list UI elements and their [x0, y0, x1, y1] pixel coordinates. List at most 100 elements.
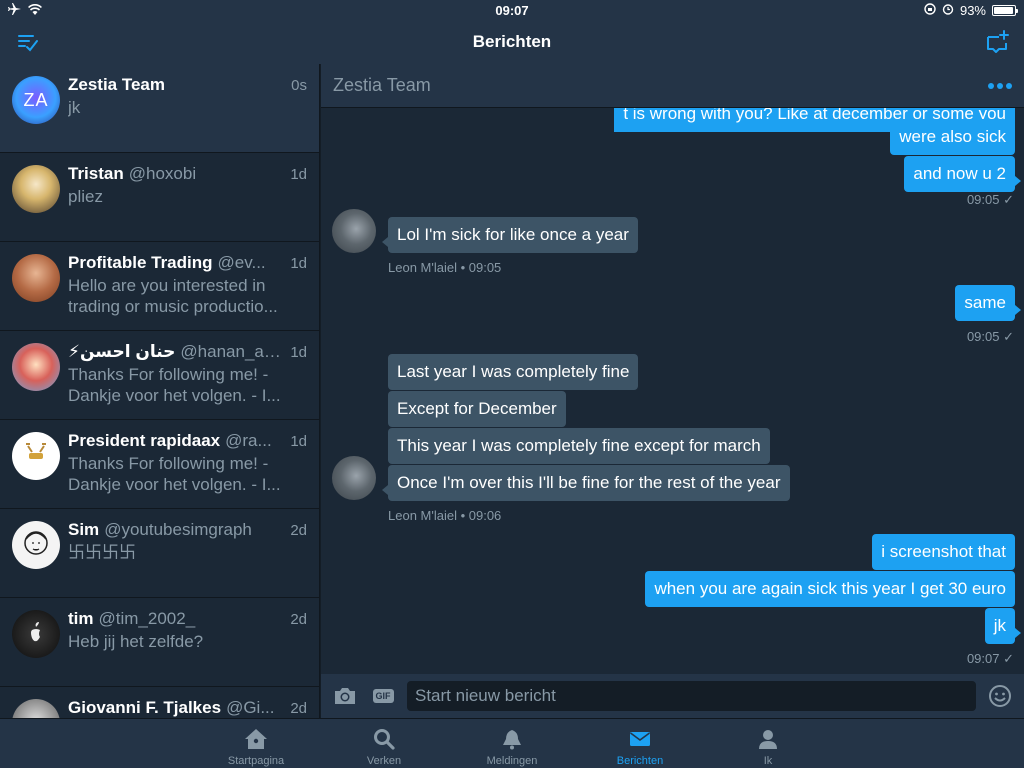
chat-title: Zestia Team	[333, 75, 431, 95]
conversation-item[interactable]: Giovanni F. Tjalkes @Gi... 2d	[0, 687, 319, 718]
emoji-icon[interactable]	[986, 682, 1014, 710]
status-bar: 09:07 93%	[0, 0, 1024, 20]
conversation-item[interactable]: Profitable Trading @ev... 1d Hello are y…	[0, 242, 319, 331]
conversation-item[interactable]: Tristan @hoxobi 1d pliez	[0, 153, 319, 242]
message-meta: 09:07 ✓	[966, 651, 1014, 666]
conversation-time: 1d	[290, 344, 307, 361]
conversation-name: tim	[68, 609, 94, 628]
conversation-name: Profitable Trading	[68, 253, 213, 272]
conversation-item[interactable]: President rapidaax @ra... 1d Thanks For …	[0, 420, 319, 509]
avatar	[12, 432, 60, 480]
conversation-name: Tristan	[68, 164, 124, 183]
outgoing-message[interactable]: were also sick	[890, 119, 1015, 155]
conversation-item[interactable]: Sim @youtubesimgraph 2d 卐卐卐卐	[0, 509, 319, 598]
conversation-time: 1d	[290, 255, 307, 272]
conversation-preview: Thanks For following me! - Dankje voor h…	[68, 454, 281, 494]
conversation-time: 2d	[290, 522, 307, 539]
camera-icon[interactable]	[331, 682, 359, 710]
conversation-preview: jk	[68, 98, 81, 117]
incoming-message[interactable]: Last year I was completely fine	[388, 354, 639, 390]
tab-label: Berichten	[616, 755, 664, 767]
conversation-name: Giovanni F. Tjalkes	[68, 698, 222, 717]
conversation-time: 0s	[291, 77, 307, 94]
outgoing-message[interactable]: same	[955, 285, 1021, 321]
conversation-list[interactable]: ZA Zestia Team 0s jk Tristan @hoxobi 1d …	[0, 64, 320, 718]
outgoing-message[interactable]: i screenshot that	[872, 534, 1015, 570]
conversation-name: President rapidaax	[68, 431, 221, 450]
wifi-icon	[28, 3, 42, 18]
sender-avatar[interactable]	[332, 209, 376, 253]
avatar-text: ZA	[23, 89, 49, 110]
conversation-preview: pliez	[68, 187, 103, 206]
tab-label: Ik	[763, 755, 773, 767]
mark-all-read-icon[interactable]	[16, 30, 40, 54]
conversation-time: 2d	[290, 700, 307, 717]
avatar	[12, 254, 60, 302]
page-title: Berichten	[472, 32, 552, 51]
tab-berichten[interactable]: Berichten	[576, 719, 704, 768]
bell-icon	[500, 727, 524, 755]
conversation-handle: @youtubesimgraph	[104, 520, 252, 539]
tab-meldingen[interactable]: Meldingen	[448, 719, 576, 768]
conversation-time: 2d	[290, 611, 307, 628]
tab-label: Verken	[366, 755, 402, 767]
status-time: 09:07	[495, 2, 529, 18]
conversation-handle: @Gi...	[226, 698, 275, 717]
conversation-item[interactable]: ZA Zestia Team 0s jk	[0, 64, 319, 153]
message-meta: Leon M'laiel • 09:06	[388, 508, 502, 523]
more-options-icon[interactable]	[988, 77, 1012, 95]
outgoing-message[interactable]: jk	[984, 608, 1022, 644]
search-icon	[372, 727, 396, 755]
avatar	[12, 165, 60, 213]
conversation-preview: Hello are you interested in trading or m…	[68, 276, 278, 316]
new-message-icon[interactable]	[984, 29, 1010, 55]
conversation-handle: @hanan_ah...	[180, 342, 283, 361]
message-input[interactable]	[407, 681, 976, 711]
conversation-preview: 卐卐卐卐	[68, 543, 136, 562]
incoming-message[interactable]: Once I'm over this I'll be fine for the …	[382, 465, 790, 501]
person-icon	[756, 727, 780, 755]
alarm-icon	[942, 3, 954, 18]
chat-header: Zestia Team	[321, 64, 1024, 108]
gif-label: GIF	[372, 689, 394, 703]
airplane-icon	[8, 2, 22, 18]
tab-label: Startpagina	[227, 755, 285, 767]
conversation-name: ⚡حنان احسن	[68, 342, 176, 361]
message-meta: 09:05 ✓	[966, 192, 1014, 207]
mail-icon	[628, 727, 652, 755]
composer: GIF	[321, 674, 1024, 718]
message-meta: 09:05 ✓	[966, 329, 1014, 344]
tab-ik[interactable]: Ik	[704, 719, 832, 768]
avatar: ZA	[12, 76, 60, 124]
avatar	[12, 610, 60, 658]
conversation-name: Zestia Team	[68, 75, 166, 94]
conversation-handle: @hoxobi	[128, 164, 197, 183]
conversation-name: Sim	[68, 520, 100, 539]
conversation-item[interactable]: ⚡حنان احسن @hanan_ah... 1d Thanks For fo…	[0, 331, 319, 420]
conversation-item[interactable]: tim @tim_2002_ 2d Heb jij het zelfde?	[0, 598, 319, 687]
avatar	[12, 521, 60, 569]
tab-bar: Startpagina Verken Meldingen Berichten Ik	[0, 718, 1024, 768]
conversation-time: 1d	[290, 166, 307, 183]
incoming-message[interactable]: This year I was completely fine except f…	[388, 428, 770, 464]
incoming-message[interactable]: Lol I'm sick for like once a year	[382, 217, 638, 253]
message-meta: Leon M'laiel • 09:05	[388, 260, 502, 275]
avatar	[12, 699, 60, 718]
tab-startpagina[interactable]: Startpagina	[192, 719, 320, 768]
conversation-handle: @ra...	[225, 431, 272, 450]
conversation-preview: Heb jij het zelfde?	[68, 632, 204, 651]
outgoing-message[interactable]: when you are again sick this year I get …	[645, 571, 1015, 607]
tab-label: Meldingen	[486, 755, 538, 767]
chat-panel: Zestia Team t is wrong with you? Like at…	[321, 64, 1024, 718]
incoming-message[interactable]: Except for December	[388, 391, 566, 427]
conversation-handle: @ev...	[217, 253, 266, 272]
home-icon	[244, 727, 268, 755]
rotation-lock-icon	[924, 2, 936, 18]
sender-avatar[interactable]	[332, 456, 376, 500]
tab-verken[interactable]: Verken	[320, 719, 448, 768]
battery-percent: 93%	[959, 2, 986, 18]
conversation-time: 1d	[290, 433, 307, 450]
gif-icon[interactable]: GIF	[369, 682, 397, 710]
outgoing-message[interactable]: and now u 2	[904, 156, 1021, 192]
message-thread[interactable]: t is wrong with you? Like at december or…	[321, 108, 1024, 674]
